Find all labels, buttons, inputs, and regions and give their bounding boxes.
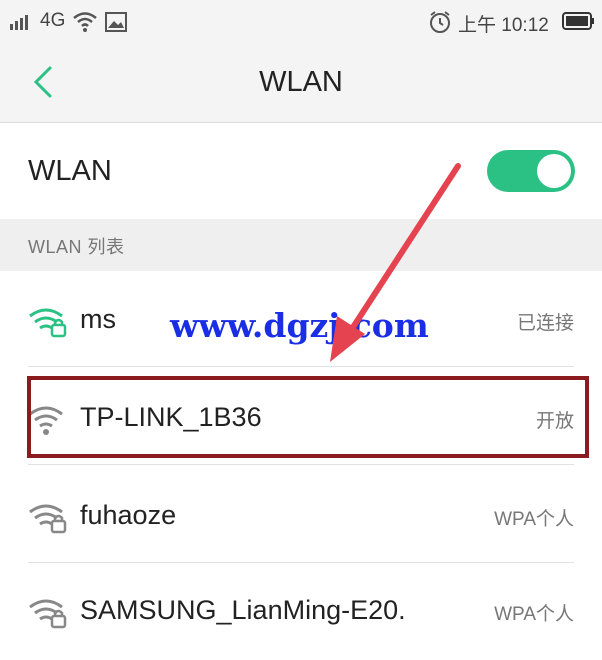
wlan-switch[interactable] [487, 150, 575, 192]
wifi-icon [73, 12, 97, 32]
watermark: www.dgzj.com [170, 306, 429, 345]
wlan-list-header: WLAN 列表 [0, 219, 602, 271]
wifi-lock-icon [29, 599, 67, 629]
divider [28, 464, 574, 465]
page-title: WLAN [259, 66, 343, 98]
battery-icon [562, 12, 594, 30]
wifi-lock-icon [29, 308, 67, 338]
switch-knob [537, 154, 571, 188]
network-type: 4G [40, 10, 66, 31]
section-label: WLAN 列表 [28, 237, 125, 257]
network-status: WPA个人 [494, 604, 574, 625]
network-name: ms [80, 304, 116, 334]
network-name: SAMSUNG_LianMing-E20. [80, 595, 406, 625]
divider [28, 366, 574, 367]
network-name: fuhaoze [80, 500, 177, 530]
clock: 上午 10:12 [458, 15, 549, 36]
network-status: WPA个人 [494, 509, 574, 530]
alarm-icon [430, 11, 450, 33]
network-row-samsung[interactable]: SAMSUNG_LianMing-E20. WPA个人 [0, 563, 602, 658]
network-row-fuhaoze[interactable]: fuhaoze WPA个人 [0, 468, 602, 563]
status-bar: 4G 上午 10:12 [0, 0, 602, 44]
header: WLAN [0, 44, 602, 123]
wlan-toggle-row: WLAN [0, 123, 602, 219]
signal-icon [10, 15, 28, 30]
image-icon [105, 12, 127, 32]
wlan-toggle-label: WLAN [28, 155, 112, 187]
network-status: 已连接 [516, 313, 574, 334]
highlight-box [27, 376, 589, 458]
wifi-lock-icon [29, 504, 67, 534]
